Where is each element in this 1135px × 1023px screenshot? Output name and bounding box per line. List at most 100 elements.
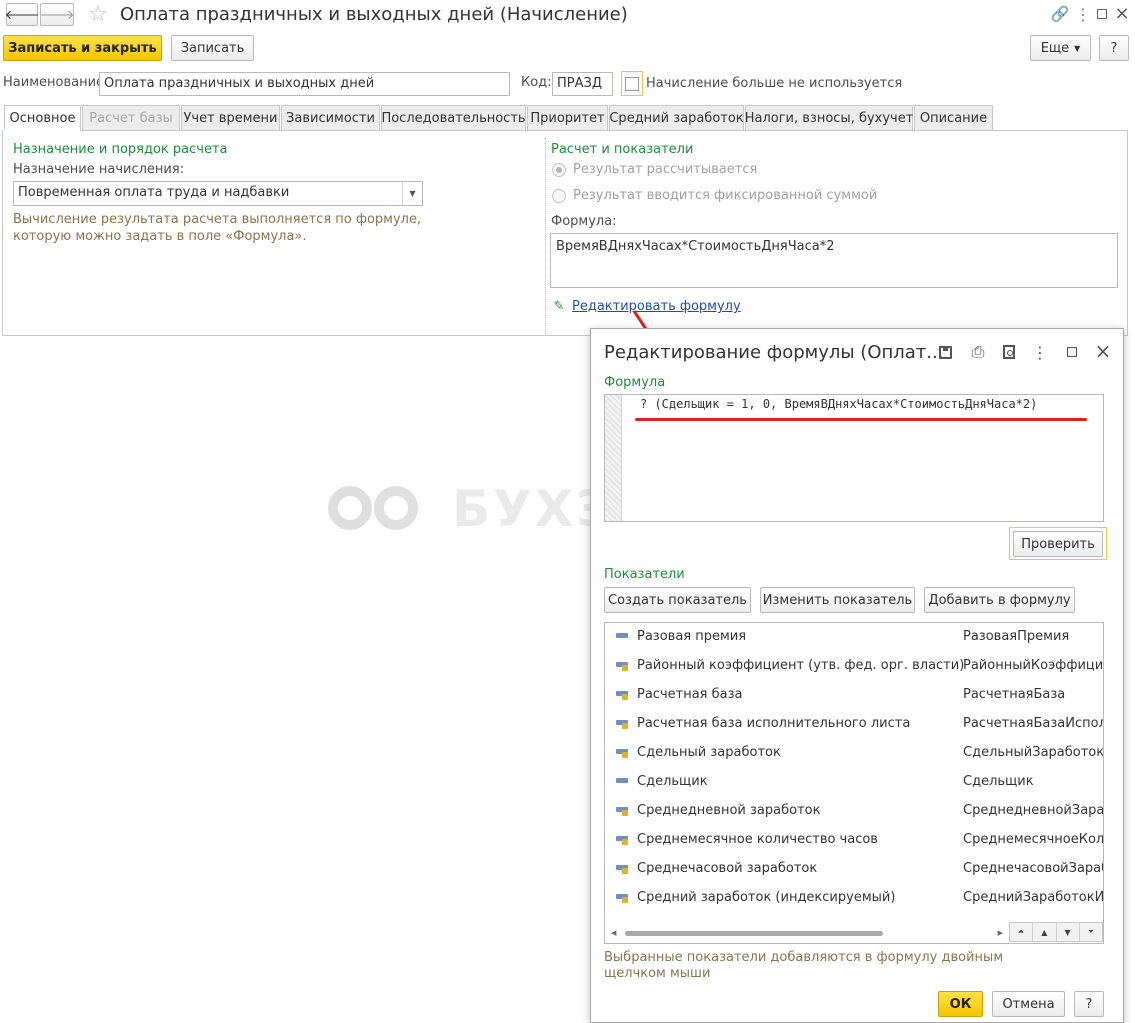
- more-vertical-icon[interactable]: ⋮: [1032, 342, 1048, 362]
- arrow-right-icon: 🡒: [39, 7, 75, 23]
- indicator-name: Средний заработок (индексируемый): [637, 890, 896, 905]
- list-item[interactable]: Разовая премия РазоваяПремия: [605, 623, 1103, 652]
- window-title: Оплата праздничных и выходных дней (Начи…: [120, 4, 628, 25]
- more-label: Еще: [1040, 40, 1070, 56]
- tab-time-accounting[interactable]: Учет времени: [181, 105, 280, 131]
- tab-base-calc[interactable]: Расчет базы: [82, 105, 180, 131]
- back-button[interactable]: 🡐: [4, 3, 40, 26]
- footer-hint-line1: Выбранные показатели добавляются в форму…: [604, 950, 1004, 965]
- change-indicator-button[interactable]: Изменить показатель: [760, 587, 915, 613]
- preview-icon[interactable]: [999, 342, 1019, 362]
- scroll-right-icon[interactable]: ▶: [998, 929, 1003, 937]
- scrollbar-thumb[interactable]: [625, 931, 883, 936]
- tab-main[interactable]: Основное: [4, 105, 81, 131]
- close-icon[interactable]: ×: [1113, 3, 1131, 24]
- forward-button[interactable]: 🡒: [40, 3, 74, 26]
- unused-checkbox[interactable]: [621, 71, 643, 96]
- purpose-hint-line1: Вычисление результата расчета выполняетс…: [13, 212, 422, 227]
- tab-description[interactable]: Описание: [914, 105, 993, 131]
- save-button[interactable]: Записать: [171, 35, 254, 61]
- formula-underline: [635, 418, 1087, 421]
- dropdown-chevron-icon[interactable]: ▼: [402, 182, 422, 205]
- indicators-list[interactable]: Разовая премия РазоваяПремия Районный коэф…: [604, 622, 1104, 944]
- indicator-name: Сдельщик: [637, 774, 708, 789]
- calculated-indicator-icon: [616, 720, 628, 729]
- line-gutter: [605, 395, 622, 521]
- scroll-bottom-icon[interactable]: ⏷: [1080, 923, 1102, 941]
- horizontal-scrollbar[interactable]: ◀ ▶: [611, 928, 1003, 938]
- list-item[interactable]: Среднечасовой заработок СреднечасовойЗара…: [605, 855, 1103, 884]
- ok-button[interactable]: ОК: [938, 991, 983, 1017]
- scroll-top-icon[interactable]: ⏶: [1010, 923, 1034, 941]
- create-indicator-button[interactable]: Создать показатель: [604, 587, 751, 613]
- list-item[interactable]: Среднемесячное количество часов Среднемес…: [605, 826, 1103, 855]
- indicator-name: Расчетная база исполнительного листа: [637, 716, 911, 731]
- tab-average-earnings[interactable]: Средний заработок: [609, 105, 744, 131]
- indicator-id: РасчетнаяБаза: [963, 687, 1066, 702]
- formula-section-title: Формула: [604, 375, 666, 390]
- indicator-name: Среднечасовой заработок: [637, 861, 818, 876]
- scroll-left-icon[interactable]: ◀: [611, 929, 616, 937]
- more-button[interactable]: Еще ▼: [1030, 35, 1091, 61]
- tab-sequence[interactable]: Последовательность: [381, 105, 526, 131]
- scroll-up-icon[interactable]: ▲: [1033, 923, 1057, 941]
- purpose-label: Назначение начисления:: [13, 162, 185, 177]
- tab-content-top-line: [81, 130, 1128, 131]
- radio-calculated[interactable]: [552, 163, 566, 177]
- indicator-id: СдельныйЗаработок: [963, 745, 1104, 760]
- list-item[interactable]: Среднедневной заработок СреднедневнойЗара…: [605, 797, 1103, 826]
- save-icon[interactable]: [936, 343, 954, 361]
- list-item[interactable]: Расчетная база РасчетнаяБаза: [605, 681, 1103, 710]
- add-to-formula-button[interactable]: Добавить в формулу: [924, 587, 1075, 613]
- link-icon[interactable]: 🔗: [1050, 4, 1070, 24]
- more-vertical-icon[interactable]: ⋮: [1075, 4, 1091, 24]
- name-label: Наименование:: [3, 75, 109, 90]
- indicator-id: СреднемесячноеКолич: [963, 832, 1104, 847]
- dialog-help-button[interactable]: ?: [1074, 991, 1104, 1017]
- purpose-select-value: Повременная оплата труда и надбавки: [18, 185, 290, 200]
- indicator-icon: [616, 778, 628, 783]
- list-item[interactable]: Районный коэффициент (утв. фед. орг. вла…: [605, 652, 1103, 681]
- tab-taxes[interactable]: Налоги, взносы, бухучет: [745, 105, 913, 131]
- indicator-id: РайонныйКоэффициент: [963, 658, 1104, 673]
- tab-dependencies[interactable]: Зависимости: [281, 105, 380, 131]
- tab-priority[interactable]: Приоритет: [527, 105, 608, 131]
- calculated-indicator-icon: [616, 836, 628, 845]
- radio-fixed[interactable]: [552, 189, 566, 203]
- maximize-icon[interactable]: [1063, 342, 1081, 362]
- list-item[interactable]: Расчетная база исполнительного листа Расч…: [605, 710, 1103, 739]
- maximize-icon[interactable]: [1093, 4, 1111, 24]
- formula-field[interactable]: ВремяВДняхЧасах*СтоимостьДняЧаса*2: [550, 233, 1118, 288]
- arrow-left-icon: 🡐: [4, 7, 40, 23]
- formula-editor[interactable]: ? (Сдельщик = 1, 0, ВремяВДняхЧасах*Стои…: [604, 394, 1104, 522]
- pencil-icon: ✎: [553, 298, 565, 314]
- list-nav-controls: ⏶ ▲ ▼ ⏷: [1009, 922, 1103, 942]
- formula-label: Формула:: [551, 214, 617, 229]
- list-item[interactable]: Средний заработок (индексируемый) Средний…: [605, 884, 1103, 913]
- purpose-select[interactable]: Повременная оплата труда и надбавки ▼: [13, 181, 423, 206]
- formula-editor-text: ? (Сдельщик = 1, 0, ВремяВДняхЧасах*Стои…: [640, 397, 1038, 411]
- list-item[interactable]: Сдельщик Сдельщик: [605, 768, 1103, 797]
- print-icon[interactable]: ⎙: [968, 342, 988, 362]
- close-icon[interactable]: ×: [1093, 339, 1113, 363]
- indicator-id: СреднийЗаработокИнде: [963, 890, 1104, 905]
- formula-dialog: Редактирование формулы (Оплат... ⎙ ⋮ × Ф…: [590, 328, 1124, 1023]
- radio-fixed-label: Результат вводится фиксированной суммой: [573, 188, 878, 203]
- code-field[interactable]: ПРАЗД: [552, 72, 613, 96]
- check-button[interactable]: Проверить: [1013, 531, 1103, 557]
- scroll-down-icon[interactable]: ▼: [1057, 923, 1080, 941]
- indicator-icon: [616, 633, 628, 638]
- indicator-id: РазоваяПремия: [963, 629, 1070, 644]
- save-and-close-button[interactable]: Записать и закрыть: [3, 35, 162, 61]
- dialog-title: Редактирование формулы (Оплат...: [604, 342, 944, 363]
- help-button[interactable]: ?: [1099, 35, 1129, 61]
- list-item[interactable]: Сдельный заработок СдельныйЗаработок: [605, 739, 1103, 768]
- chevron-down-icon: ▼: [1074, 43, 1081, 53]
- purpose-section-title: Назначение и порядок расчета: [13, 142, 228, 157]
- purpose-hint-line2: которую можно задать в поле «Формула».: [13, 229, 307, 244]
- cancel-button[interactable]: Отмена: [992, 991, 1065, 1017]
- favorite-star-icon[interactable]: ☆: [86, 2, 110, 27]
- unused-label: Начисление больше не используется: [646, 76, 903, 91]
- indicator-name: Сдельный заработок: [637, 745, 781, 760]
- name-field[interactable]: Оплата праздничных и выходных дней: [99, 72, 510, 96]
